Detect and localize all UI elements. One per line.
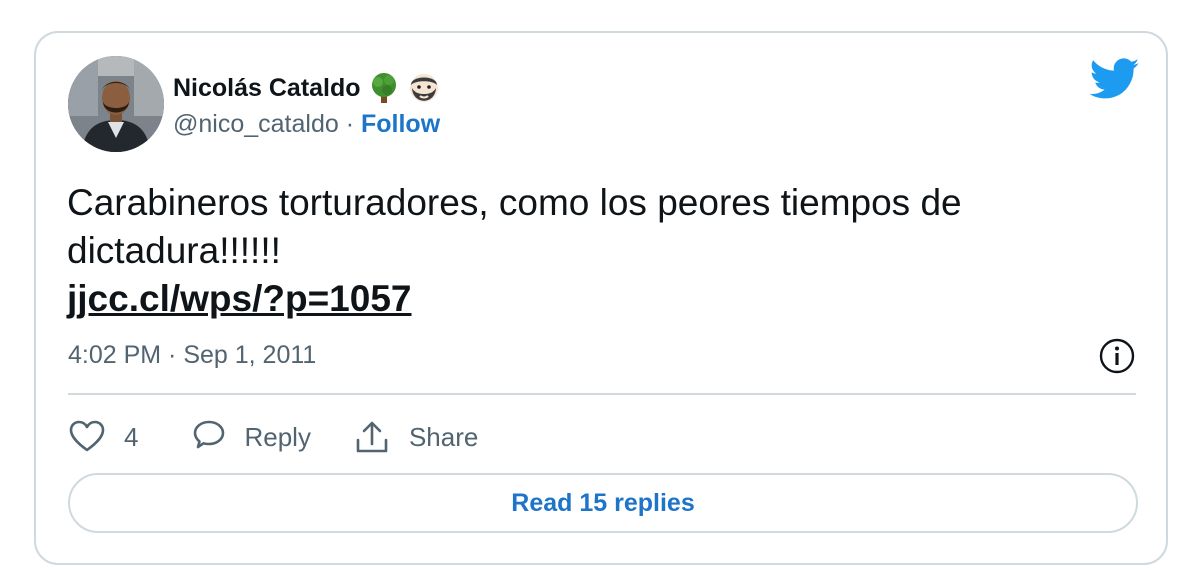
bearded-face-emoji-icon (409, 74, 438, 102)
reply-label: Reply (244, 421, 311, 452)
share-icon (356, 421, 388, 453)
avatar[interactable] (68, 56, 164, 152)
like-count: 4 (124, 421, 139, 452)
author-handle[interactable]: @nico_cataldo (173, 110, 339, 138)
follow-button[interactable]: Follow (361, 110, 440, 138)
share-label: Share (408, 421, 479, 452)
tweet-actions: 4 Reply Share (68, 417, 478, 457)
tweet-timestamp[interactable]: 4:02 PM · Sep 1, 2011 (68, 341, 316, 370)
tweet-text-block: Carabineros torturadores, como los peore… (67, 179, 1137, 323)
tree-emoji-icon (371, 73, 396, 103)
author-name-row[interactable]: Nicolás Cataldo (173, 71, 441, 105)
like-button[interactable]: 4 (68, 418, 138, 456)
tweet-card: Nicolás Cataldo @nico_cataldo · Follow C… (34, 31, 1168, 565)
tweet-link[interactable]: jjcc.cl/wps/?p=1057 (67, 275, 1137, 323)
speech-bubble-icon (194, 420, 225, 449)
reply-button[interactable]: Reply (190, 418, 311, 456)
share-button[interactable]: Share (353, 418, 478, 456)
handle-row: @nico_cataldo · Follow (173, 110, 440, 139)
heart-icon (69, 420, 105, 452)
info-icon[interactable] (1098, 337, 1136, 375)
tweet-text: Carabineros torturadores, como los peore… (67, 182, 962, 271)
avatar-photo (68, 56, 164, 152)
handle-separator: · (345, 110, 355, 138)
read-replies-button[interactable]: Read 15 replies (68, 473, 1138, 533)
author-name[interactable]: Nicolás Cataldo (173, 74, 361, 103)
twitter-bird-icon[interactable] (1090, 58, 1140, 100)
divider (68, 393, 1136, 395)
